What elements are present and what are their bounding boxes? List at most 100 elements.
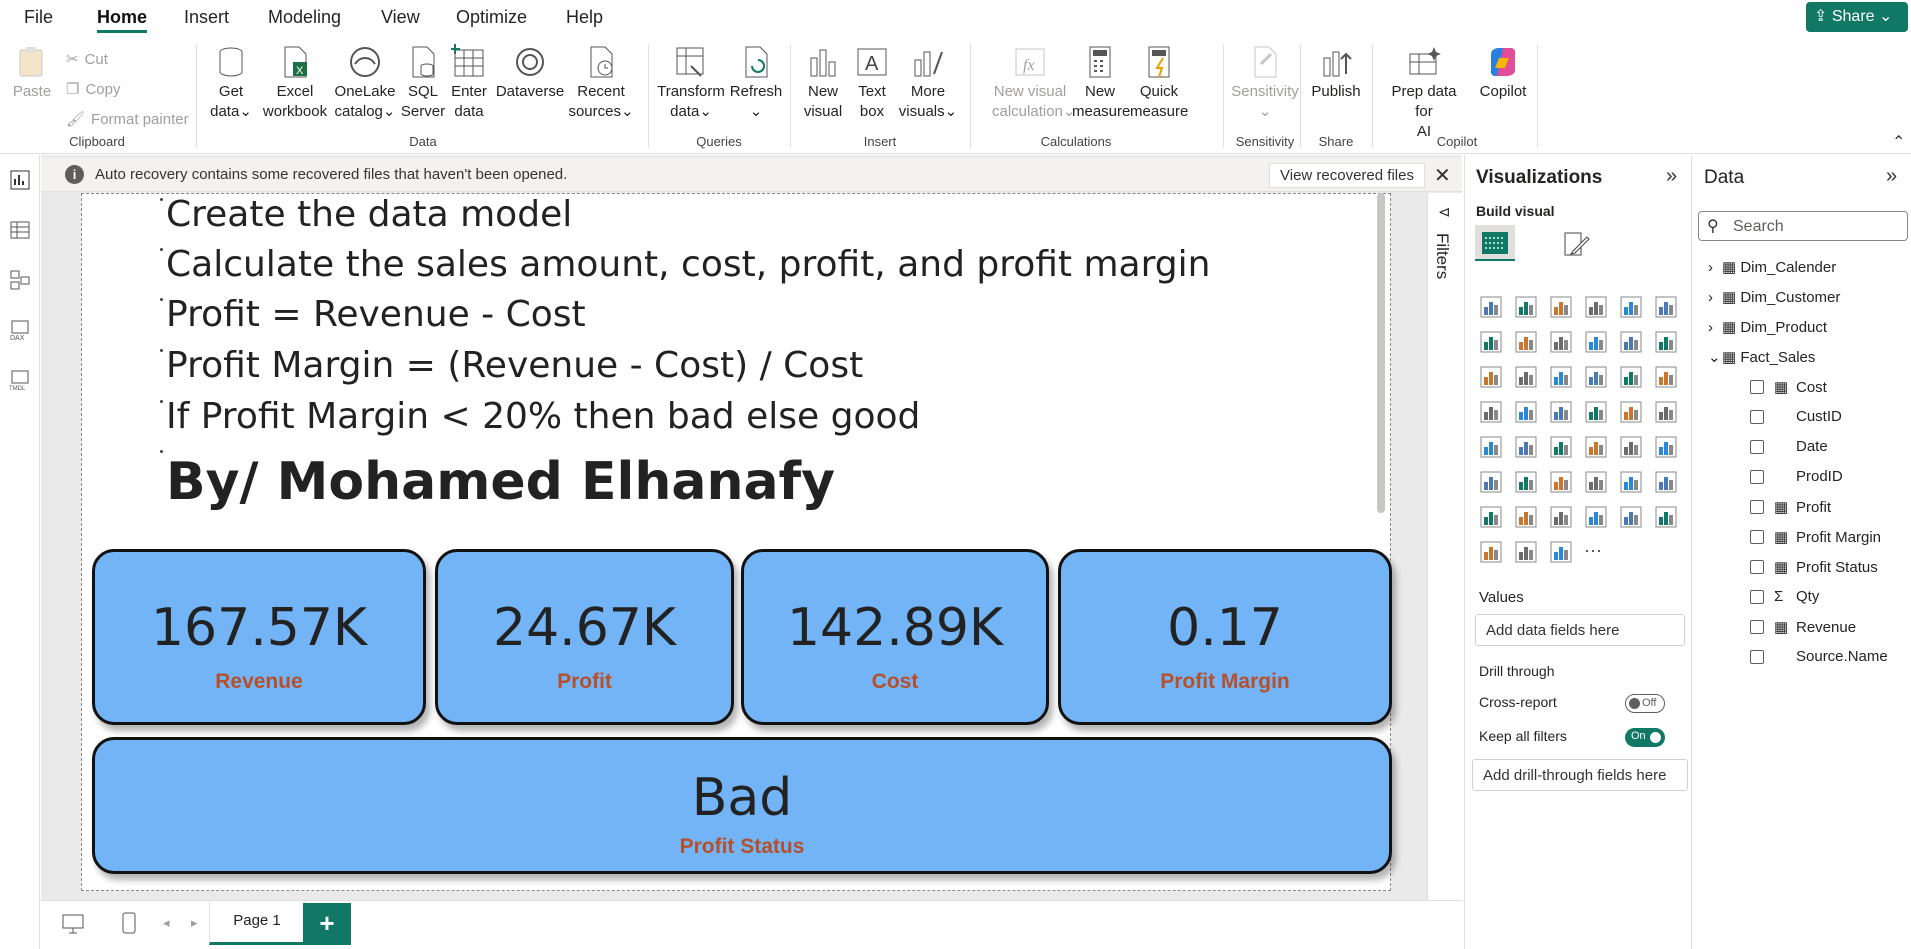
- visual-type-icon[interactable]: [1584, 505, 1608, 529]
- field-node[interactable]: Date: [1774, 438, 1828, 455]
- sensitivity-button[interactable]: Sensitivity ⌄: [1225, 44, 1305, 122]
- report-page[interactable]: Create the data model Calculate the sale…: [81, 193, 1392, 891]
- visual-type-icon[interactable]: [1619, 365, 1643, 389]
- report-view-icon[interactable]: [9, 169, 31, 191]
- collapse-pane-icon[interactable]: »: [1666, 165, 1677, 188]
- tab-optimize[interactable]: Optimize: [456, 7, 527, 28]
- desktop-layout-icon[interactable]: [61, 913, 85, 935]
- onelake-catalog-button[interactable]: OneLake catalog⌄: [332, 44, 398, 122]
- dataverse-button[interactable]: Dataverse: [494, 44, 566, 102]
- visual-type-icon[interactable]: [1514, 365, 1538, 389]
- tab-insert[interactable]: Insert: [184, 7, 229, 28]
- tab-help[interactable]: Help: [566, 7, 603, 28]
- visual-type-icon[interactable]: [1584, 295, 1608, 319]
- collapse-ribbon-icon[interactable]: ⌃: [1892, 132, 1905, 152]
- profit-card[interactable]: 24.67K Profit: [435, 549, 734, 725]
- field-checkbox[interactable]: [1750, 500, 1764, 514]
- tab-view[interactable]: View: [381, 7, 420, 28]
- visual-type-icon[interactable]: [1654, 295, 1678, 319]
- view-recovered-files-button[interactable]: View recovered files: [1269, 163, 1425, 188]
- search-input[interactable]: ⚲ Search: [1698, 211, 1908, 241]
- profit-margin-card[interactable]: 0.17 Profit Margin: [1058, 549, 1392, 725]
- visual-type-icon[interactable]: [1514, 505, 1538, 529]
- new-measure-button[interactable]: New measure: [1072, 44, 1130, 122]
- visual-type-icon[interactable]: [1549, 505, 1573, 529]
- field-checkbox[interactable]: [1750, 560, 1764, 574]
- visual-type-icon[interactable]: [1479, 435, 1503, 459]
- close-icon[interactable]: ✕: [1434, 163, 1451, 188]
- visual-type-icon[interactable]: [1584, 470, 1608, 494]
- revenue-card[interactable]: 167.57K Revenue: [92, 549, 426, 725]
- transform-data-button[interactable]: Transform data⌄: [656, 44, 726, 122]
- field-checkbox[interactable]: [1750, 530, 1764, 544]
- visual-type-icon[interactable]: [1549, 435, 1573, 459]
- build-visual-tab[interactable]: [1475, 225, 1515, 261]
- new-visual-button[interactable]: New visual: [798, 44, 848, 122]
- field-node[interactable]: ▦ Revenue: [1774, 618, 1856, 636]
- table-node[interactable]: › ▦ Dim_Customer: [1708, 288, 1840, 306]
- table-view-icon[interactable]: [9, 219, 31, 241]
- tab-home[interactable]: Home: [97, 7, 147, 28]
- canvas-scrollbar[interactable]: [1377, 193, 1385, 513]
- drill-through-well[interactable]: Add drill-through fields here: [1472, 759, 1688, 791]
- field-node[interactable]: Source.Name: [1774, 648, 1888, 665]
- visual-type-icon[interactable]: [1549, 295, 1573, 319]
- prev-page-icon[interactable]: ◂: [163, 915, 170, 931]
- visual-type-icon[interactable]: [1619, 400, 1643, 424]
- sql-server-button[interactable]: SQL Server: [400, 44, 446, 122]
- next-page-icon[interactable]: ▸: [191, 915, 198, 931]
- publish-button[interactable]: Publish: [1308, 44, 1364, 102]
- model-view-icon[interactable]: [9, 269, 31, 291]
- new-visual-calculation-button[interactable]: fx New visual calculation⌄: [992, 44, 1075, 122]
- field-node[interactable]: ProdID: [1774, 468, 1843, 485]
- visual-type-icon[interactable]: [1654, 365, 1678, 389]
- visual-type-icon[interactable]: [1584, 400, 1608, 424]
- visual-type-icon[interactable]: [1549, 540, 1573, 564]
- cut-button[interactable]: ✂ Cut: [66, 50, 108, 69]
- add-page-button[interactable]: +: [303, 903, 351, 945]
- field-node[interactable]: ▦ Cost: [1774, 378, 1827, 396]
- visual-type-icon[interactable]: [1479, 470, 1503, 494]
- chevron-right-icon[interactable]: ›: [1708, 319, 1722, 336]
- visual-type-icon[interactable]: [1479, 330, 1503, 354]
- visual-type-icon[interactable]: [1619, 435, 1643, 459]
- visual-type-icon[interactable]: [1584, 365, 1608, 389]
- more-visuals-button[interactable]: More visuals⌄: [896, 44, 960, 122]
- prep-data-for-ai-button[interactable]: Prep data for AI: [1382, 44, 1466, 142]
- visual-type-icon[interactable]: [1549, 330, 1573, 354]
- visual-type-icon[interactable]: [1549, 470, 1573, 494]
- field-checkbox[interactable]: [1750, 650, 1764, 664]
- visual-type-icon[interactable]: [1584, 435, 1608, 459]
- copy-button[interactable]: ❐ Copy: [66, 80, 120, 99]
- visual-type-icon[interactable]: [1619, 470, 1643, 494]
- refresh-button[interactable]: Refresh ⌄: [728, 44, 784, 122]
- chevron-right-icon[interactable]: ›: [1708, 259, 1722, 276]
- field-checkbox[interactable]: [1750, 470, 1764, 484]
- share-button[interactable]: ⇪ Share ⌄: [1806, 2, 1908, 32]
- visual-type-icon[interactable]: [1619, 505, 1643, 529]
- page-tab-1[interactable]: Page 1: [209, 901, 305, 945]
- excel-workbook-button[interactable]: X Excel workbook: [260, 44, 330, 122]
- profit-status-card[interactable]: Bad Profit Status: [92, 737, 1392, 874]
- visual-type-icon[interactable]: [1619, 295, 1643, 319]
- tmdl-view-icon[interactable]: TMDL: [9, 369, 31, 391]
- keep-all-filters-toggle[interactable]: On: [1625, 728, 1665, 747]
- chevron-right-icon[interactable]: ›: [1708, 289, 1722, 306]
- visual-type-icon[interactable]: [1514, 435, 1538, 459]
- tab-modeling[interactable]: Modeling: [268, 7, 341, 28]
- visual-type-icon[interactable]: [1514, 295, 1538, 319]
- cost-card[interactable]: 142.89K Cost: [741, 549, 1049, 725]
- field-checkbox[interactable]: [1750, 440, 1764, 454]
- visual-type-icon[interactable]: [1654, 330, 1678, 354]
- enter-data-button[interactable]: Enter data: [448, 44, 490, 122]
- text-box-button[interactable]: A Text box: [850, 44, 894, 122]
- field-checkbox[interactable]: [1750, 380, 1764, 394]
- visual-type-icon[interactable]: [1479, 295, 1503, 319]
- visual-type-icon[interactable]: [1514, 540, 1538, 564]
- visual-type-icon[interactable]: [1479, 400, 1503, 424]
- visual-type-icon[interactable]: [1584, 330, 1608, 354]
- field-node[interactable]: Σ Qty: [1774, 588, 1819, 605]
- format-visual-icon[interactable]: [1561, 229, 1591, 259]
- paste-button[interactable]: Paste: [10, 44, 54, 102]
- visual-type-icon[interactable]: [1479, 365, 1503, 389]
